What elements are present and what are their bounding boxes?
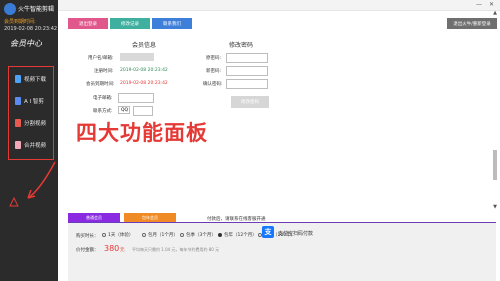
sidebar-item-ai-edit[interactable]: A I 智剪 [11, 93, 51, 109]
sidebar: 火牛智能剪辑 会员到期时间: 2019-02-08 20:23:42 会员中心 … [0, 0, 58, 281]
change-password-title: 修改密码 [229, 42, 254, 49]
user-value-redacted [120, 53, 154, 61]
price-label: 价付金额： [76, 248, 99, 253]
price-unit: 元 [120, 248, 125, 253]
tab-logout[interactable]: 退出登录 [68, 18, 108, 29]
sidebar-item-label: 合并视频 [24, 143, 47, 149]
download-video-icon [15, 75, 21, 83]
expire-value: 2019-02-08 20:23:42 [120, 81, 168, 86]
scrollbar-thumb[interactable] [493, 150, 497, 180]
confirm-password-field[interactable] [226, 79, 268, 89]
scroll-up-icon[interactable]: ▲ [492, 10, 498, 16]
user-label: 用户名/邮箱: [88, 56, 114, 61]
ai-edit-icon [15, 97, 21, 105]
member-center-title: 会员中心 [10, 39, 42, 48]
option-1day[interactable]: 1天（体验） [102, 232, 133, 238]
old-password-label: 原密码: [206, 56, 222, 61]
email-field[interactable] [118, 93, 154, 103]
email-label: 电子邮箱: [93, 96, 113, 101]
sidebar-item-label: A I 智剪 [24, 99, 44, 105]
title-bar: — ✕ [58, 0, 500, 11]
option-label: 包月（1个月） [148, 233, 178, 238]
option-monthly[interactable]: 包月（1个月） [142, 232, 178, 238]
expire-label: 会员到期时间: [86, 82, 115, 87]
sidebar-item-merge[interactable]: 合并视频 [11, 137, 51, 153]
tab-annual-member[interactable]: 包年会员 [124, 213, 176, 222]
contact-label: 联系方式: [93, 109, 113, 114]
price-desc: 平均每天只需约 1.04 元，每年节约费用约 80 元 [132, 247, 220, 252]
change-password-button[interactable]: 修改密码 [231, 96, 269, 108]
price-value: 380 [104, 244, 120, 253]
tab-regular-member[interactable]: 普通会员 [68, 213, 120, 222]
option-label: 包年（12个月） [224, 233, 257, 238]
relogin-button[interactable]: 退出火牛/重新登录 [447, 18, 497, 29]
option-yearly[interactable]: 包年（12个月） [218, 232, 257, 238]
register-value: 2019-02-08 20:23:42 [120, 68, 168, 73]
option-label: 包季（3个月） [186, 233, 216, 238]
register-label: 注册时间: [94, 69, 114, 74]
duration-label: 购买时长： [76, 234, 99, 239]
split-video-icon [15, 119, 21, 127]
option-label: 1天（体验） [108, 233, 134, 238]
alipay-label: 支付宝扫码付款 [278, 231, 314, 237]
scroll-down-icon[interactable]: ▼ [492, 204, 498, 210]
sidebar-item-label: 分割视频 [24, 121, 47, 127]
contact-field[interactable] [133, 106, 153, 116]
annotation-text: 四大功能面板 [76, 121, 208, 145]
app-logo-icon [4, 3, 16, 15]
radio-icon [142, 233, 146, 237]
contact-type-select[interactable]: QQ [118, 106, 130, 114]
radio-icon [102, 233, 106, 237]
new-password-label: 新密码: [206, 69, 222, 74]
radio-icon [180, 233, 184, 237]
function-menu: 视频下载 A I 智剪 分割视频 合并视频 [8, 66, 54, 160]
merge-video-icon [15, 141, 21, 149]
sidebar-item-split[interactable]: 分割视频 [11, 115, 51, 131]
vip-expiry-date: 2019-02-08 20:23:42 [4, 26, 58, 32]
member-info-title: 会员信息 [132, 42, 157, 49]
confirm-password-label: 确认密码: [203, 82, 223, 87]
minimize-button[interactable]: — [476, 1, 482, 8]
old-password-field[interactable] [226, 53, 268, 63]
alipay-icon: 支 [262, 226, 274, 238]
tab-records[interactable]: 修改记录 [110, 18, 150, 29]
sidebar-item-label: 视频下载 [24, 77, 47, 83]
tab-contact[interactable]: 联系我们 [152, 18, 192, 29]
app-title: 火牛智能剪辑 [18, 6, 55, 13]
close-button[interactable]: ✕ [489, 1, 494, 8]
sidebar-item-download[interactable]: 视频下载 [11, 71, 51, 87]
radio-checked-icon [218, 233, 222, 237]
option-quarterly[interactable]: 包季（3个月） [180, 232, 216, 238]
new-password-field[interactable] [226, 66, 268, 76]
vip-expiry-label: 会员到期时间: [4, 19, 36, 25]
